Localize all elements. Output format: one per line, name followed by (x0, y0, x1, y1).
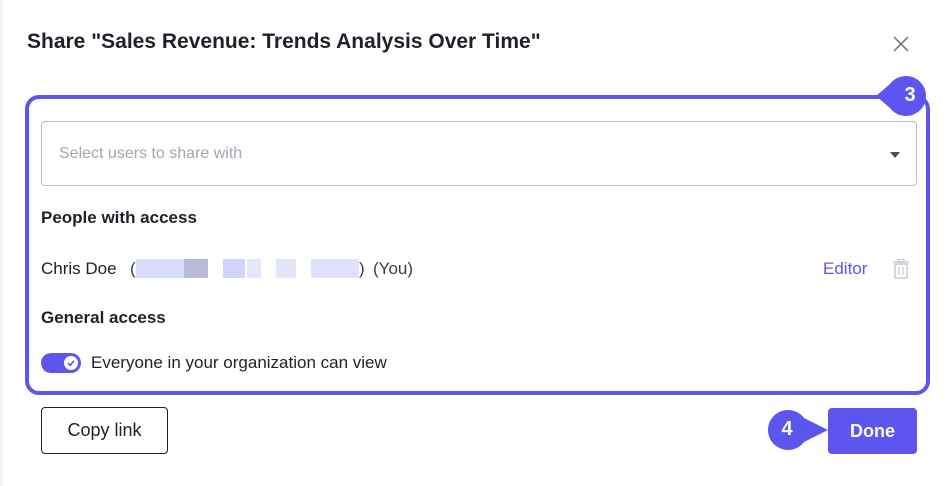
step-badge-number: 3 (904, 84, 916, 106)
close-icon (893, 36, 909, 52)
step-badge-3: 3 (876, 74, 936, 118)
share-users-placeholder: Select users to share with (59, 144, 243, 162)
person-name: Chris Doe (41, 259, 117, 278)
email-paren-open: ( (130, 259, 136, 278)
trash-icon (893, 258, 909, 279)
remove-access-button[interactable] (891, 258, 911, 280)
copy-link-button[interactable]: Copy link (41, 407, 168, 454)
general-access-heading: General access (41, 308, 166, 327)
step-badge-4: 4 (762, 408, 830, 452)
toggle-knob (64, 356, 78, 370)
email-paren-close: ) (359, 259, 365, 278)
redacted-email (311, 259, 359, 278)
window-edge (0, 0, 3, 486)
dialog-title: Share "Sales Revenue: Trends Analysis Ov… (27, 30, 541, 53)
share-users-select[interactable]: Select users to share with (41, 121, 917, 186)
redacted-email (247, 259, 261, 278)
chevron-down-icon (890, 152, 900, 158)
redacted-email (184, 259, 208, 278)
org-view-label: Everyone in your organization can view (91, 353, 387, 372)
people-with-access-heading: People with access (41, 208, 197, 227)
redacted-email (223, 259, 245, 278)
role-dropdown-editor[interactable]: Editor (823, 259, 867, 279)
done-button[interactable]: Done (828, 408, 917, 454)
person-row: Chris Doe ( ) (You) Editor (41, 258, 917, 280)
org-view-toggle[interactable] (41, 353, 81, 373)
you-label: (You) (373, 259, 414, 278)
redacted-email (136, 259, 184, 278)
redacted-email (276, 259, 296, 278)
close-button[interactable] (889, 32, 913, 56)
step-badge-number: 4 (781, 418, 793, 440)
check-icon (67, 360, 75, 367)
